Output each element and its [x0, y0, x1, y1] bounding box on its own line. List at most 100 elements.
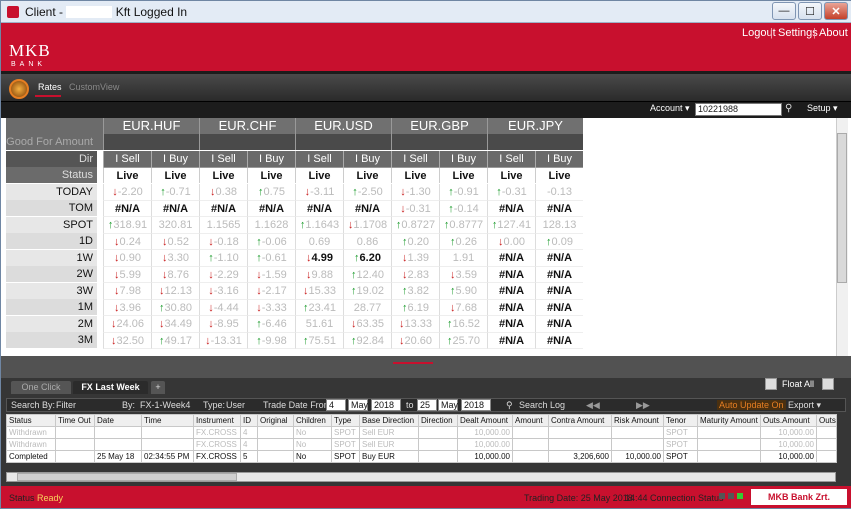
type-dropdown[interactable]: User [226, 400, 245, 410]
rate-cell[interactable]: ↑23.41 [295, 299, 343, 316]
column-header[interactable]: Children [293, 414, 332, 427]
rate-cell[interactable]: ↑318.91 [103, 217, 151, 234]
rate-cell[interactable]: ↑-0.06 [247, 233, 295, 250]
rate-cell[interactable]: 28.77 [343, 299, 391, 316]
rate-cell[interactable]: ↑-1.10 [199, 250, 247, 267]
tab-one-click[interactable]: One Click [11, 381, 71, 394]
rate-cell[interactable]: #N/A [535, 299, 583, 316]
rate-cell[interactable]: ↑92.84 [343, 332, 391, 349]
rate-cell[interactable]: ↑-0.71 [151, 184, 199, 201]
rate-cell[interactable]: 1.1628 [247, 217, 295, 234]
rate-cell[interactable]: ↓20.60 [391, 332, 439, 349]
rate-cell[interactable]: ↓34.49 [151, 316, 199, 333]
add-tab-button[interactable]: + [151, 381, 165, 394]
rate-cell[interactable]: ↑-0.31 [487, 184, 535, 201]
search-log-icon[interactable]: ⚲ [506, 400, 513, 410]
rate-cell[interactable]: ↑-0.91 [439, 184, 487, 201]
rate-cell[interactable]: #N/A [247, 200, 295, 217]
rate-cell[interactable]: ↓12.13 [151, 283, 199, 300]
rate-cell[interactable]: #N/A [487, 283, 535, 300]
rate-cell[interactable]: ↑-0.61 [247, 250, 295, 267]
rate-cell[interactable]: ↑0.09 [535, 233, 583, 250]
settings-icon[interactable] [822, 378, 834, 390]
rate-cell[interactable]: ↓7.68 [439, 299, 487, 316]
column-header[interactable]: Time Out [55, 414, 95, 427]
column-header[interactable]: Maturity Amount [697, 414, 761, 427]
rate-cell[interactable]: #N/A [487, 316, 535, 333]
rate-cell[interactable]: ↑-2.50 [343, 184, 391, 201]
column-header[interactable]: Amount [512, 414, 549, 427]
good-for-amount-cell[interactable] [391, 134, 487, 150]
rate-cell[interactable]: ↑30.80 [151, 299, 199, 316]
rate-cell[interactable]: ↑0.8777 [439, 217, 487, 234]
rate-cell[interactable]: ↓13.33 [391, 316, 439, 333]
rate-cell[interactable]: ↑0.20 [391, 233, 439, 250]
rate-cell[interactable]: ↓5.99 [103, 266, 151, 283]
scroll-thumb[interactable] [837, 133, 847, 283]
rate-cell[interactable]: #N/A [535, 266, 583, 283]
rate-cell[interactable]: ↑0.75 [247, 184, 295, 201]
from-year-field[interactable]: 2018 [371, 399, 401, 411]
splitter-handle[interactable] [393, 362, 433, 364]
rate-cell[interactable]: ↑19.02 [343, 283, 391, 300]
rate-cell[interactable]: ↓9.88 [295, 266, 343, 283]
rate-cell[interactable]: ↓0.00 [487, 233, 535, 250]
rate-cell[interactable]: 0.86 [343, 233, 391, 250]
rate-cell[interactable]: ↓0.38 [199, 184, 247, 201]
rate-cell[interactable]: ↑127.41 [487, 217, 535, 234]
search-icon[interactable]: ⚲ [785, 103, 797, 116]
column-header[interactable]: ID [240, 414, 258, 427]
rate-cell[interactable]: ↑12.40 [343, 266, 391, 283]
tab-rates[interactable]: Rates [38, 82, 62, 92]
column-header[interactable]: Date [94, 414, 142, 427]
rate-cell[interactable]: ↓2.83 [391, 266, 439, 283]
rate-cell[interactable]: ↓-2.17 [247, 283, 295, 300]
rate-cell[interactable]: 128.13 [535, 217, 583, 234]
currency-header[interactable]: EUR.JPY [487, 118, 583, 134]
tab-fx-last-week[interactable]: FX Last Week [73, 381, 148, 394]
next-page-icon[interactable]: ▶▶ [636, 400, 650, 410]
rate-cell[interactable]: ↑75.51 [295, 332, 343, 349]
rate-cell[interactable]: ↓3.30 [151, 250, 199, 267]
rate-cell[interactable]: ↑-9.98 [247, 332, 295, 349]
rate-cell[interactable]: #N/A [487, 250, 535, 267]
rate-cell[interactable]: ↓0.90 [103, 250, 151, 267]
rate-cell[interactable]: #N/A [535, 283, 583, 300]
column-header[interactable]: Outs.Amount [760, 414, 817, 427]
rate-cell[interactable]: ↓0.24 [103, 233, 151, 250]
rate-cell[interactable]: ↑3.82 [391, 283, 439, 300]
account-dropdown[interactable]: Account ▾ [650, 103, 690, 114]
column-header[interactable]: Original [257, 414, 294, 427]
column-header[interactable]: Tenor [663, 414, 698, 427]
rate-cell[interactable]: ↓32.50 [103, 332, 151, 349]
rate-cell[interactable]: #N/A [535, 250, 583, 267]
rate-cell[interactable]: ↓-3.33 [247, 299, 295, 316]
to-year-field[interactable]: 2018 [461, 399, 491, 411]
float-icon[interactable] [765, 378, 777, 390]
currency-header[interactable]: EUR.HUF [103, 118, 199, 134]
pane-splitter[interactable] [1, 356, 851, 378]
close-button[interactable]: ✕ [824, 2, 848, 20]
rate-cell[interactable]: #N/A [535, 316, 583, 333]
rate-cell[interactable]: ↑-0.14 [439, 200, 487, 217]
rate-cell[interactable]: #N/A [151, 200, 199, 217]
column-header[interactable]: Outs [816, 414, 837, 427]
rate-cell[interactable]: ↑6.19 [391, 299, 439, 316]
rate-cell[interactable]: ↓-0.31 [391, 200, 439, 217]
rate-cell[interactable]: ↑0.8727 [391, 217, 439, 234]
table-row[interactable]: Withdrawn FX.CROSS 4 No SPOT Sell EUR 10,000.0… [6, 426, 837, 439]
rate-cell[interactable]: ↓24.06 [103, 316, 151, 333]
rate-cell[interactable]: #N/A [535, 332, 583, 349]
rate-cell[interactable]: ↓-3.16 [199, 283, 247, 300]
rate-cell[interactable]: #N/A [487, 299, 535, 316]
rate-cell[interactable]: ↓1.1708 [343, 217, 391, 234]
rate-cell[interactable]: ↑25.70 [439, 332, 487, 349]
rate-cell[interactable]: #N/A [487, 332, 535, 349]
rate-cell[interactable]: ↑49.17 [151, 332, 199, 349]
float-all-button[interactable]: Float All [782, 379, 814, 389]
column-header[interactable]: Direction [418, 414, 458, 427]
currency-header[interactable]: EUR.USD [295, 118, 391, 134]
column-header[interactable]: Status [6, 414, 56, 427]
rate-cell[interactable]: ↓4.99 [295, 250, 343, 267]
rate-cell[interactable]: 51.61 [295, 316, 343, 333]
